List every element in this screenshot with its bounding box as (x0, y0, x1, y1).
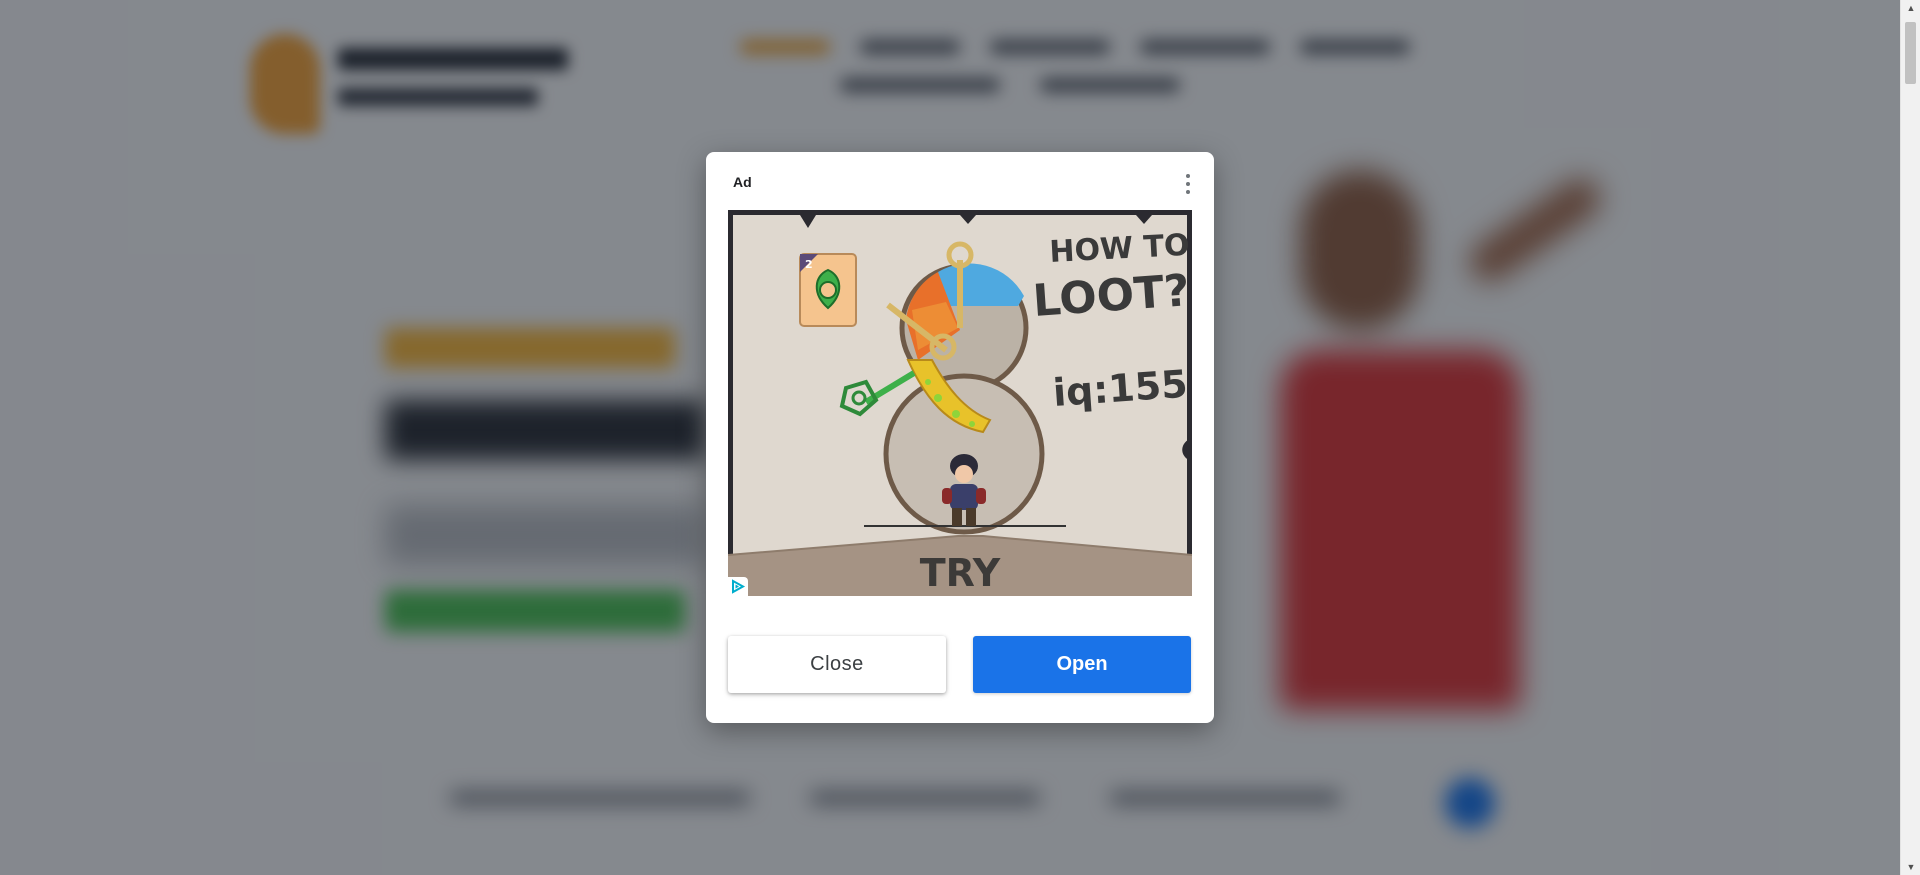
scroll-down-arrow-icon[interactable]: ▼ (1901, 859, 1920, 875)
close-button[interactable]: Close (728, 636, 946, 693)
ad-cta-text: TRY (920, 551, 1001, 595)
scroll-up-arrow-icon[interactable]: ▲ (1901, 0, 1920, 16)
more-vert-icon[interactable] (1180, 170, 1196, 198)
level-badge-number: 2 (805, 258, 813, 271)
page-scrollbar[interactable]: ▲ ▼ (1900, 0, 1920, 875)
ad-headline-line1: HOW TO (1049, 228, 1191, 270)
scrollbar-thumb[interactable] (1905, 22, 1916, 84)
adchoices-icon[interactable] (728, 577, 748, 596)
ad-iq-text: iq:155 (1052, 362, 1189, 415)
ad-headline-line2: LOOT? (1031, 265, 1191, 327)
ad-dialog: Ad 2 HOW TO LOOT? iq:155 TRY Close Open (706, 152, 1214, 723)
open-button[interactable]: Open (973, 636, 1191, 693)
ad-creative-image[interactable]: 2 HOW TO LOOT? iq:155 TRY (728, 210, 1192, 596)
ad-label: Ad (733, 174, 752, 190)
